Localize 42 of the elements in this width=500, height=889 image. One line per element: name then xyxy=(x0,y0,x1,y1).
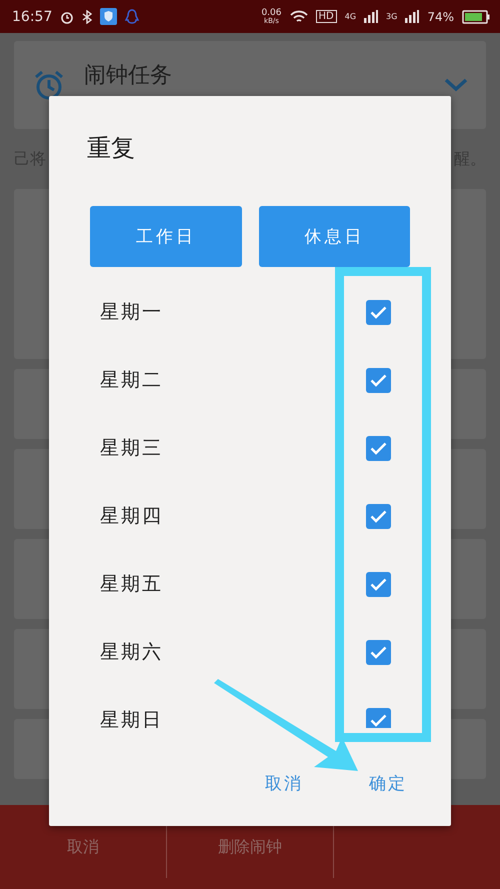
checkmark-icon xyxy=(370,510,387,522)
checkbox[interactable] xyxy=(366,368,391,392)
day-label: 星期三 xyxy=(100,436,164,461)
dialog-action-button[interactable]: 取消 xyxy=(263,768,305,799)
penguin-icon xyxy=(125,8,140,24)
day-label: 星期五 xyxy=(100,572,164,597)
dialog-action-button[interactable]: 确定 xyxy=(367,768,409,799)
checkbox[interactable] xyxy=(366,572,391,596)
alarm-icon xyxy=(60,10,74,24)
checkmark-icon xyxy=(370,306,387,318)
checkbox[interactable] xyxy=(366,436,391,460)
card-title: 闹钟任务 xyxy=(84,62,173,90)
signal-icon xyxy=(405,10,420,23)
checkmark-icon xyxy=(370,646,387,658)
alarm-clock-icon xyxy=(32,68,66,102)
checkbox[interactable] xyxy=(366,708,391,728)
day-label: 星期一 xyxy=(100,300,164,325)
preset-button[interactable]: 休息日 xyxy=(258,206,410,267)
checkbox[interactable] xyxy=(366,300,391,324)
day-label: 星期六 xyxy=(100,640,164,665)
checkmark-icon xyxy=(370,578,387,590)
checkmark-icon xyxy=(370,374,387,386)
network-type: 3G xyxy=(386,12,398,20)
battery-icon xyxy=(462,10,490,24)
checkmark-icon xyxy=(370,442,387,454)
shield-icon xyxy=(100,8,118,25)
wifi-icon xyxy=(290,10,308,24)
preset-button[interactable]: 工作日 xyxy=(90,206,242,267)
chevron-down-icon xyxy=(444,78,468,92)
battery-percent: 74% xyxy=(427,10,454,22)
bluetooth-icon xyxy=(82,10,92,24)
clock-time: 16:57 xyxy=(12,10,52,24)
network-speed: 0.06 xyxy=(261,8,282,18)
hd-indicator: HD xyxy=(316,10,337,23)
signal-icon xyxy=(364,10,378,23)
dialog-title: 重复 xyxy=(86,133,136,164)
checkmark-icon xyxy=(370,714,387,726)
checkbox[interactable] xyxy=(366,504,391,528)
day-label: 星期四 xyxy=(100,504,164,529)
checkbox[interactable] xyxy=(366,640,391,664)
day-label: 星期二 xyxy=(100,368,164,393)
network-type: 4G xyxy=(344,12,356,20)
